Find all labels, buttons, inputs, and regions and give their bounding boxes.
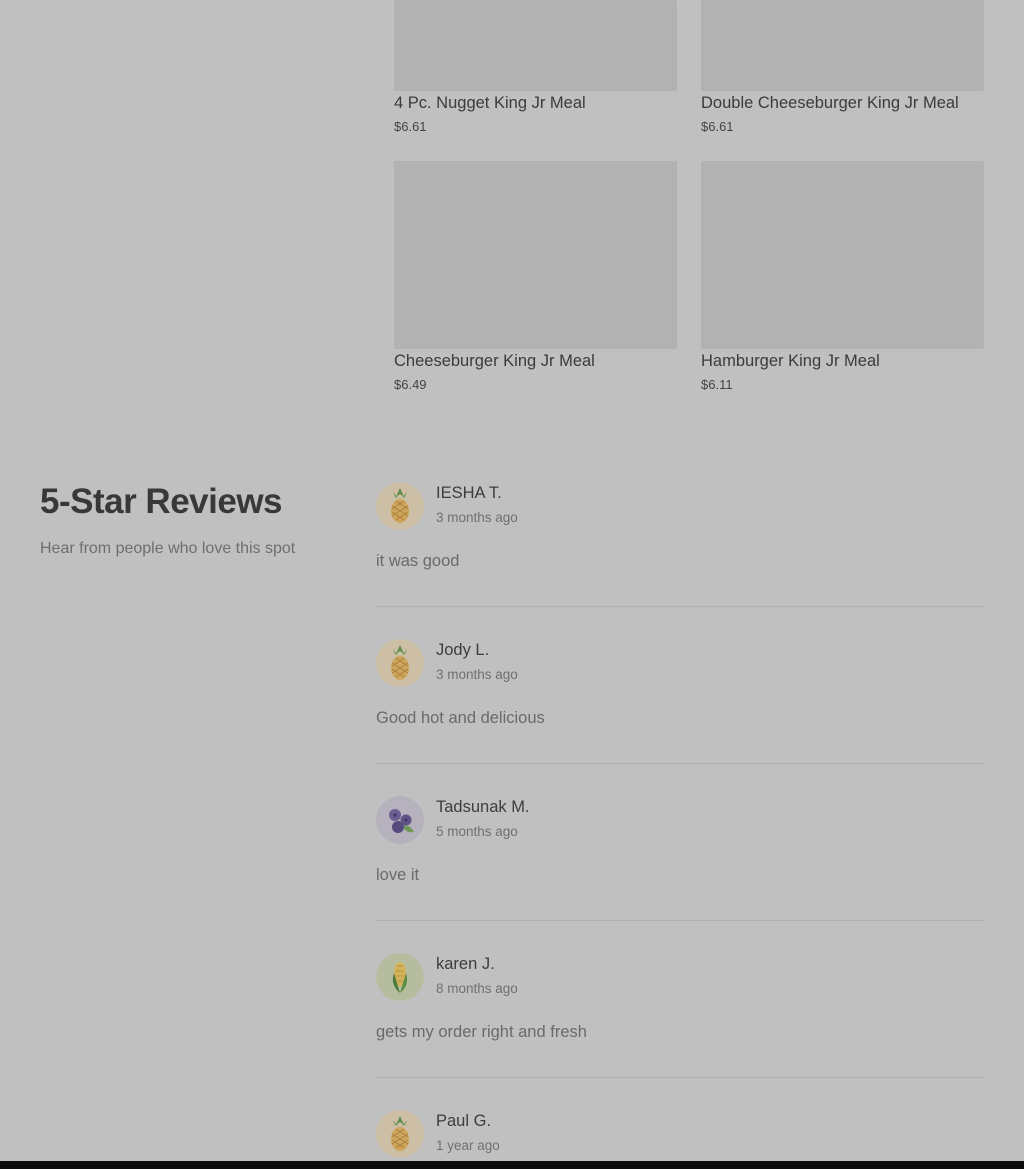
blueberry-icon xyxy=(376,796,424,844)
pineapple-icon xyxy=(376,482,424,530)
divider xyxy=(376,1077,984,1078)
reviewer-name: Jody L. xyxy=(436,641,490,659)
menu-item-image[interactable] xyxy=(701,0,984,91)
reviewer-name: Paul G. xyxy=(436,1112,492,1130)
review-time: 1 year ago xyxy=(436,1138,500,1153)
pineapple-icon xyxy=(376,639,424,687)
menu-item-price: $6.11 xyxy=(701,377,733,392)
menu-item-name: Double Cheeseburger King Jr Meal xyxy=(701,94,959,112)
menu-item-image[interactable] xyxy=(701,161,984,349)
menu-item-image[interactable] xyxy=(394,161,677,349)
menu-item-card[interactable]: 4 Pc. Nugget King Jr Meal $6.61 xyxy=(394,0,677,140)
menu-item-card[interactable]: Hamburger King Jr Meal $6.11 xyxy=(701,161,984,401)
review-text: it was good xyxy=(376,552,460,570)
review-text: love it xyxy=(376,866,420,884)
review-time: 3 months ago xyxy=(436,510,518,525)
reviewer-name: IESHA T. xyxy=(436,484,502,502)
menu-item-price: $6.61 xyxy=(394,119,427,134)
menu-item-name: Hamburger King Jr Meal xyxy=(701,352,880,370)
review-time: 8 months ago xyxy=(436,981,518,996)
divider xyxy=(376,606,984,607)
review-text: Good hot and delicious xyxy=(376,709,545,727)
review-time: 3 months ago xyxy=(436,667,518,682)
corn-icon xyxy=(376,953,424,1001)
pineapple-icon xyxy=(376,1110,424,1158)
divider xyxy=(376,763,984,764)
reviewer-name: karen J. xyxy=(436,955,495,973)
reviewer-name: Tadsunak M. xyxy=(436,798,530,816)
menu-item-price: $6.61 xyxy=(701,119,734,134)
menu-item-card[interactable]: Cheeseburger King Jr Meal $6.49 xyxy=(394,161,677,401)
review-time: 5 months ago xyxy=(436,824,518,839)
menu-item-card[interactable]: Double Cheeseburger King Jr Meal $6.61 xyxy=(701,0,984,140)
review-text: gets my order right and fresh xyxy=(376,1023,587,1041)
menu-item-name: Cheeseburger King Jr Meal xyxy=(394,352,595,370)
reviews-heading: 5-Star Reviews xyxy=(40,482,283,521)
reviews-subheading: Hear from people who love this spot xyxy=(40,540,296,557)
bottom-bar xyxy=(0,1161,1024,1169)
divider xyxy=(376,920,984,921)
menu-item-image[interactable] xyxy=(394,0,677,91)
menu-item-price: $6.49 xyxy=(394,377,427,392)
menu-item-name: 4 Pc. Nugget King Jr Meal xyxy=(394,94,586,112)
